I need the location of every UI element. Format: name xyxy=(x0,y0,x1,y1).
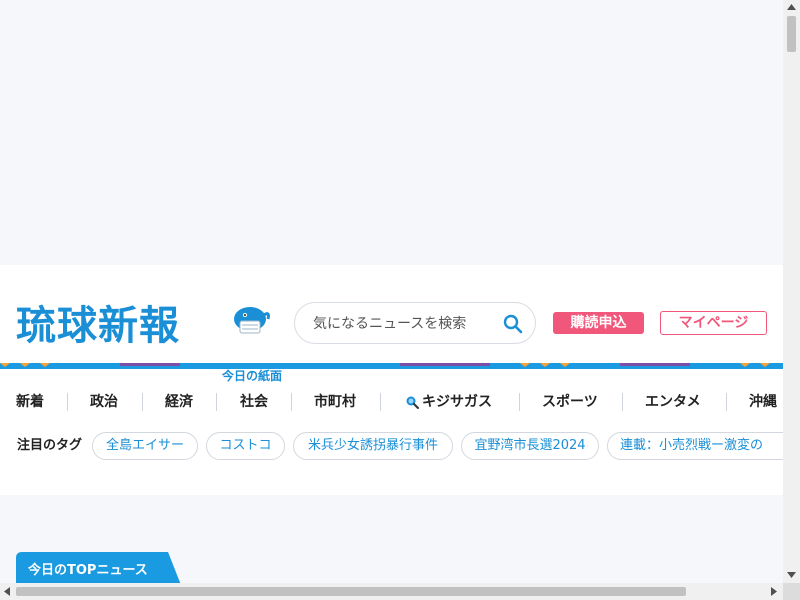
tags-label: 注目のタグ xyxy=(17,438,83,453)
site-logo[interactable]: 琉球新報 今日の紙面 xyxy=(16,301,282,383)
nav-item-municipalities[interactable]: 市町村 xyxy=(314,389,356,415)
logo-text: 琉球新報 xyxy=(16,303,180,349)
site-header: 琉球新報 今日の紙面 購読申込 マイページ xyxy=(0,265,783,495)
nav-divider xyxy=(142,393,143,411)
scroll-right-icon[interactable] xyxy=(771,587,777,596)
top-news-header: 今日のTOPニュース xyxy=(16,552,181,585)
search-box xyxy=(294,302,536,344)
nav-divider xyxy=(380,393,381,411)
tag-chip[interactable]: 米兵少女誘拐暴行事件 xyxy=(293,432,453,460)
scroll-down-icon[interactable] xyxy=(787,572,796,578)
vertical-scroll-thumb[interactable] xyxy=(787,16,796,52)
main-nav: 新着 政治 経済 社会 市町村 キジサガス スポーツ エンタメ 沖縄 xyxy=(0,389,783,415)
decorative-band xyxy=(0,363,783,369)
mascot-icon xyxy=(234,307,270,334)
nav-divider xyxy=(67,393,68,411)
nav-divider xyxy=(291,393,292,411)
subscribe-button[interactable]: 購読申込 xyxy=(553,312,644,334)
nav-divider xyxy=(622,393,623,411)
nav-item-sports[interactable]: スポーツ xyxy=(542,389,598,415)
nav-divider xyxy=(519,393,520,411)
nav-divider xyxy=(216,393,217,411)
scroll-left-icon[interactable] xyxy=(4,587,10,596)
nav-item-kijisagasu[interactable]: キジサガス xyxy=(422,389,492,415)
vertical-scrollbar[interactable] xyxy=(783,0,800,583)
tag-chip[interactable]: 連載：小売烈戦ー激変の xyxy=(607,432,783,460)
section-title: 今日のTOPニュース xyxy=(28,563,148,578)
nav-divider xyxy=(726,393,727,411)
featured-tags: 注目のタグ 全島エイサー コストコ 米兵少女誘拐暴行事件 宜野湾市長選2024 … xyxy=(0,432,783,462)
nav-item-society[interactable]: 社会 xyxy=(240,389,268,415)
search-icon[interactable] xyxy=(503,314,523,334)
nav-item-okinawa[interactable]: 沖縄 xyxy=(749,389,777,415)
nav-item-economy[interactable]: 経済 xyxy=(165,389,193,415)
tag-chip[interactable]: 宜野湾市長選2024 xyxy=(461,432,599,460)
search-input[interactable] xyxy=(311,312,495,336)
search-icon xyxy=(406,396,419,409)
nav-item-politics[interactable]: 政治 xyxy=(90,389,118,415)
horizontal-scrollbar[interactable] xyxy=(0,583,783,600)
scroll-up-icon[interactable] xyxy=(787,4,796,10)
todays-paper-link[interactable]: 今日の紙面 xyxy=(222,367,282,384)
mypage-button[interactable]: マイページ xyxy=(660,311,767,335)
nav-item-new[interactable]: 新着 xyxy=(16,389,44,415)
ad-space xyxy=(0,0,783,265)
tag-chip[interactable]: 全島エイサー xyxy=(92,432,198,460)
scrollbar-corner xyxy=(783,583,800,600)
horizontal-scroll-thumb[interactable] xyxy=(16,587,686,596)
tag-chip[interactable]: コストコ xyxy=(206,432,285,460)
nav-item-entertainment[interactable]: エンタメ xyxy=(645,389,701,415)
